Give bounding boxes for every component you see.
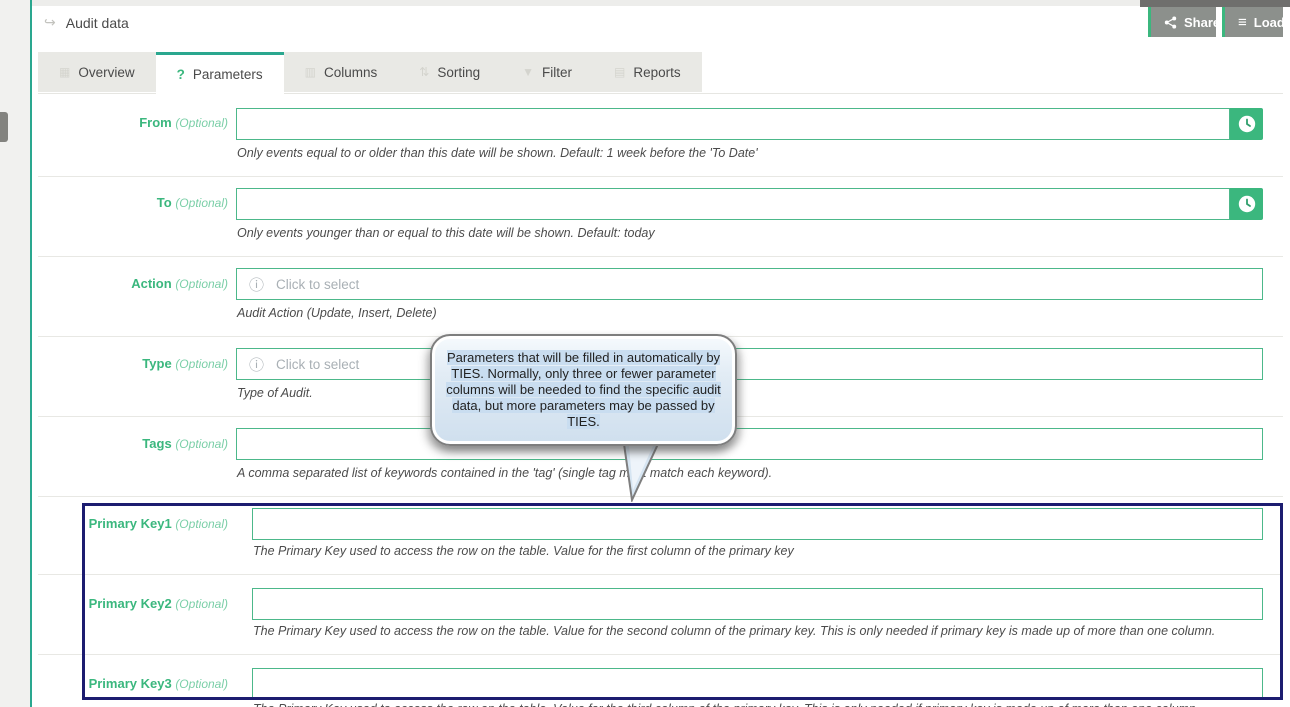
top-strip <box>0 0 1290 6</box>
tab-parameters[interactable]: ? Parameters <box>156 52 284 94</box>
load-button[interactable]: ≡ Load <box>1222 7 1283 37</box>
info-icon: ⓘ <box>249 354 264 375</box>
row-separator <box>38 256 1283 257</box>
share-button[interactable]: Share <box>1148 7 1216 37</box>
tooltip-tail <box>610 444 672 502</box>
type-select[interactable]: ⓘ Click to select <box>236 348 1263 380</box>
from-input[interactable] <box>236 108 1230 140</box>
tags-input[interactable] <box>236 428 1263 460</box>
type-label: Type (Optional) <box>30 356 228 371</box>
tooltip-text: Parameters that will be filled in automa… <box>438 350 730 430</box>
action-label: Action (Optional) <box>30 276 228 291</box>
sidebar-handle[interactable] <box>0 112 8 142</box>
left-gutter <box>0 0 30 707</box>
overview-tab-icon: ▦ <box>59 65 70 79</box>
row-separator <box>38 654 1283 655</box>
tab-sorting[interactable]: ⇅ Sorting <box>398 52 501 92</box>
primary-key3-input[interactable] <box>252 668 1263 700</box>
tags-label: Tags (Optional) <box>30 436 228 451</box>
tooltip-bubble: Parameters that will be filled in automa… <box>430 334 737 446</box>
primary-key2-input[interactable] <box>252 588 1263 620</box>
tab-parameters-label: Parameters <box>193 67 263 82</box>
action-select-placeholder: Click to select <box>276 277 359 292</box>
breadcrumb-arrow-icon: ↪ <box>44 14 56 31</box>
type-help: Type of Audit. <box>237 386 313 400</box>
primary-key3-label: Primary Key3 (Optional) <box>30 676 228 691</box>
load-button-label: Load <box>1254 15 1285 30</box>
page-title: Audit data <box>66 15 129 31</box>
info-icon: ⓘ <box>249 274 264 295</box>
from-label: From (Optional) <box>30 115 228 130</box>
question-icon: ? <box>177 67 185 82</box>
columns-tab-icon: ▥ <box>305 65 316 79</box>
to-help: Only events younger than or equal to thi… <box>237 226 655 240</box>
to-input[interactable] <box>236 188 1230 220</box>
to-datepicker-button[interactable] <box>1230 188 1263 220</box>
share-button-label: Share <box>1184 15 1220 30</box>
tab-overview-label: Overview <box>78 65 134 80</box>
row-separator <box>38 574 1283 575</box>
breadcrumb: ↪ Audit data <box>44 14 129 31</box>
tab-filter[interactable]: ▼ Filter <box>501 52 593 92</box>
from-datepicker-button[interactable] <box>1230 108 1263 140</box>
tab-bar: ▦ Overview ? Parameters ▥ Columns ⇅ Sort… <box>38 52 702 92</box>
load-icon: ≡ <box>1238 14 1247 31</box>
filter-icon: ▼ <box>522 65 534 79</box>
sort-icon: ⇅ <box>419 65 429 79</box>
primary-key3-help: The Primary Key used to access the row o… <box>253 702 1199 707</box>
datepicker-clock-icon <box>1238 195 1256 213</box>
primary-key1-input[interactable] <box>252 508 1263 540</box>
datepicker-clock-icon <box>1238 115 1256 133</box>
tab-columns[interactable]: ▥ Columns <box>284 52 399 92</box>
primary-key2-help: The Primary Key used to access the row o… <box>253 624 1215 638</box>
tab-filter-label: Filter <box>542 65 572 80</box>
tab-columns-label: Columns <box>324 65 377 80</box>
tab-sorting-label: Sorting <box>437 65 480 80</box>
primary-key1-help: The Primary Key used to access the row o… <box>253 544 794 558</box>
action-help: Audit Action (Update, Insert, Delete) <box>237 306 437 320</box>
reports-tab-icon: ▤ <box>614 65 625 79</box>
to-label: To (Optional) <box>30 195 228 210</box>
share-icon <box>1164 16 1177 29</box>
tab-reports-label: Reports <box>633 65 680 80</box>
tab-reports[interactable]: ▤ Reports <box>593 52 702 92</box>
primary-key2-label: Primary Key2 (Optional) <box>30 596 228 611</box>
top-strip-dark <box>1140 0 1290 7</box>
primary-key1-label: Primary Key1 (Optional) <box>30 516 228 531</box>
row-separator <box>38 176 1283 177</box>
action-select[interactable]: ⓘ Click to select <box>236 268 1263 300</box>
type-select-placeholder: Click to select <box>276 357 359 372</box>
from-help: Only events equal to or older than this … <box>237 146 758 160</box>
tags-help: A comma separated list of keywords conta… <box>237 466 772 480</box>
tab-overview[interactable]: ▦ Overview <box>38 52 156 92</box>
